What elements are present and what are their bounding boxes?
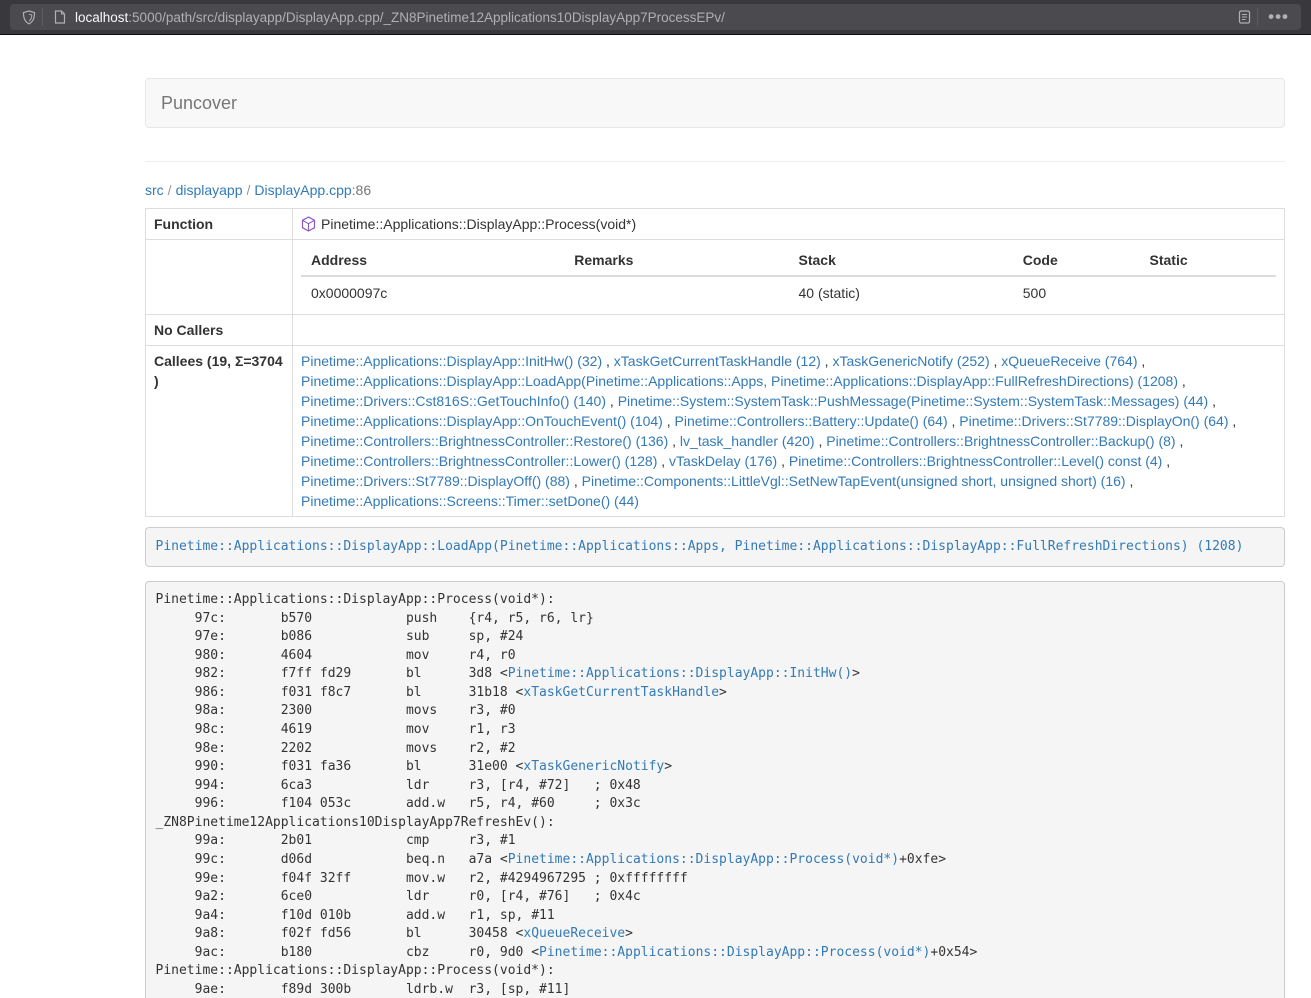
callee-separator: ,	[1178, 373, 1186, 389]
callee-separator: ,	[570, 473, 582, 489]
no-callers-cell	[293, 315, 1285, 346]
selected-callee-box: Pinetime::Applications::DisplayApp::Load…	[145, 527, 1285, 567]
no-callers-label: No Callers	[146, 315, 293, 346]
stats-value-address: 0x0000097c	[301, 276, 564, 309]
callee-separator: ,	[668, 433, 680, 449]
stats-value-code: 500	[1013, 276, 1140, 309]
callee-link[interactable]: Pinetime::Applications::DisplayApp::Init…	[301, 353, 602, 369]
stats-value-stack: 40 (static)	[789, 276, 1013, 309]
breadcrumb-link-displayapp[interactable]: displayapp	[176, 182, 243, 198]
callee-link[interactable]: vTaskDelay (176)	[669, 453, 777, 469]
breadcrumb-line-number: :86	[352, 182, 371, 198]
callee-separator: ,	[1126, 473, 1134, 489]
callee-link[interactable]: Pinetime::Drivers::Cst816S::GetTouchInfo…	[301, 393, 606, 409]
callee-separator: ,	[990, 353, 1002, 369]
callee-link[interactable]: Pinetime::Applications::Screens::Timer::…	[301, 493, 639, 509]
callee-separator: ,	[777, 453, 789, 469]
callee-separator: ,	[948, 413, 960, 429]
empty-label-cell	[146, 240, 293, 315]
function-label: Function	[146, 209, 293, 240]
breadcrumb: src/displayapp/DisplayApp.cpp:86	[145, 180, 1285, 200]
page-actions-icon[interactable]: •••	[1264, 7, 1293, 27]
callee-link[interactable]: xQueueReceive (764)	[1001, 353, 1137, 369]
callee-link[interactable]: Pinetime::Controllers::Battery::Update()…	[675, 413, 948, 429]
app-title[interactable]: Puncover	[146, 93, 252, 114]
callee-separator: ,	[1208, 393, 1216, 409]
callee-separator: ,	[815, 433, 827, 449]
stats-header-address: Address	[301, 245, 564, 276]
stats-header-code: Code	[1013, 245, 1140, 276]
selected-callee-link[interactable]: Pinetime::Applications::DisplayApp::Load…	[156, 539, 1244, 554]
callee-separator: ,	[1137, 353, 1145, 369]
callee-link[interactable]: Pinetime::Controllers::BrightnessControl…	[826, 433, 1175, 449]
callee-link[interactable]: Pinetime::Controllers::BrightnessControl…	[301, 433, 668, 449]
divider	[145, 161, 1285, 162]
urlbar-divider	[42, 8, 43, 26]
breadcrumb-link-src[interactable]: src	[145, 182, 164, 198]
page-actions-divider	[1257, 8, 1258, 26]
shield-icon[interactable]	[18, 6, 40, 28]
stats-value-static	[1140, 276, 1277, 309]
callees-list: Pinetime::Applications::DisplayApp::Init…	[293, 346, 1285, 517]
callee-link[interactable]: Pinetime::Drivers::St7789::DisplayOff() …	[301, 473, 570, 489]
url-path: :5000/path/src/displayapp/DisplayApp.cpp…	[128, 10, 725, 25]
callee-separator: ,	[657, 453, 669, 469]
function-row: Function Pinetime::Applications::Display…	[146, 209, 1285, 240]
assembly-symbol-link[interactable]: Pinetime::Applications::DisplayApp::Init…	[508, 666, 852, 681]
callee-separator: ,	[602, 353, 614, 369]
stats-header-stack: Stack	[789, 245, 1013, 276]
stats-value-remarks	[564, 276, 788, 309]
function-stats-row: Address Remarks Stack Code Static 0x0000…	[146, 240, 1285, 315]
url-host: localhost	[75, 10, 128, 25]
browser-toolbar: localhost:5000/path/src/displayapp/Displ…	[0, 0, 1311, 35]
callee-link[interactable]: Pinetime::Applications::DisplayApp::OnTo…	[301, 413, 663, 429]
callee-link[interactable]: Pinetime::Drivers::St7789::DisplayOn() (…	[959, 413, 1228, 429]
function-table: Function Pinetime::Applications::Display…	[145, 208, 1285, 517]
callee-link[interactable]: Pinetime::Components::LittleVgl::SetNewT…	[582, 473, 1126, 489]
breadcrumb-separator: /	[243, 182, 255, 198]
page-proxy-icon[interactable]	[49, 6, 71, 28]
function-name: Pinetime::Applications::DisplayApp::Proc…	[321, 214, 636, 234]
callee-link[interactable]: Pinetime::Controllers::BrightnessControl…	[789, 453, 1162, 469]
url-bar[interactable]: localhost:5000/path/src/displayapp/Displ…	[10, 4, 1301, 30]
assembly-symbol-link[interactable]: xTaskGenericNotify	[523, 759, 664, 774]
stats-data-row: 0x0000097c 40 (static) 500	[301, 276, 1276, 309]
breadcrumb-separator: /	[164, 182, 176, 198]
callee-separator: ,	[1229, 413, 1237, 429]
callees-row: Callees (19, Σ=3704 ) Pinetime::Applicat…	[146, 346, 1285, 517]
callees-label: Callees (19, Σ=3704 )	[146, 346, 293, 517]
callee-separator: ,	[1176, 433, 1184, 449]
breadcrumb-link-file[interactable]: DisplayApp.cpp	[254, 182, 351, 198]
callee-link[interactable]: Pinetime::Controllers::BrightnessControl…	[301, 453, 657, 469]
url-text[interactable]: localhost:5000/path/src/displayapp/Displ…	[75, 10, 1233, 25]
cube-icon	[301, 216, 316, 232]
stats-table: Address Remarks Stack Code Static 0x0000…	[301, 245, 1276, 309]
callee-separator: ,	[821, 353, 833, 369]
callee-separator: ,	[1162, 453, 1170, 469]
callee-separator: ,	[606, 393, 618, 409]
callee-link[interactable]: Pinetime::Applications::DisplayApp::Load…	[301, 373, 1178, 389]
no-callers-row: No Callers	[146, 315, 1285, 346]
callee-link[interactable]: lv_task_handler (420)	[680, 433, 815, 449]
app-header: Puncover	[145, 78, 1285, 128]
assembly-symbol-link[interactable]: xTaskGetCurrentTaskHandle	[523, 685, 719, 700]
assembly-symbol-link[interactable]: Pinetime::Applications::DisplayApp::Proc…	[508, 852, 899, 867]
callee-link[interactable]: Pinetime::System::SystemTask::PushMessag…	[618, 393, 1209, 409]
stats-header-static: Static	[1140, 245, 1277, 276]
callee-link[interactable]: xTaskGetCurrentTaskHandle (12)	[614, 353, 821, 369]
stats-header-remarks: Remarks	[564, 245, 788, 276]
assembly-symbol-link[interactable]: Pinetime::Applications::DisplayApp::Proc…	[539, 945, 930, 960]
assembly-code: Pinetime::Applications::DisplayApp::Proc…	[145, 581, 1285, 998]
page-body: Puncover src/displayapp/DisplayApp.cpp:8…	[0, 35, 1311, 998]
assembly-symbol-link[interactable]: xQueueReceive	[523, 926, 625, 941]
reader-mode-icon[interactable]	[1233, 6, 1255, 28]
callee-separator: ,	[663, 413, 675, 429]
callee-link[interactable]: xTaskGenericNotify (252)	[832, 353, 989, 369]
